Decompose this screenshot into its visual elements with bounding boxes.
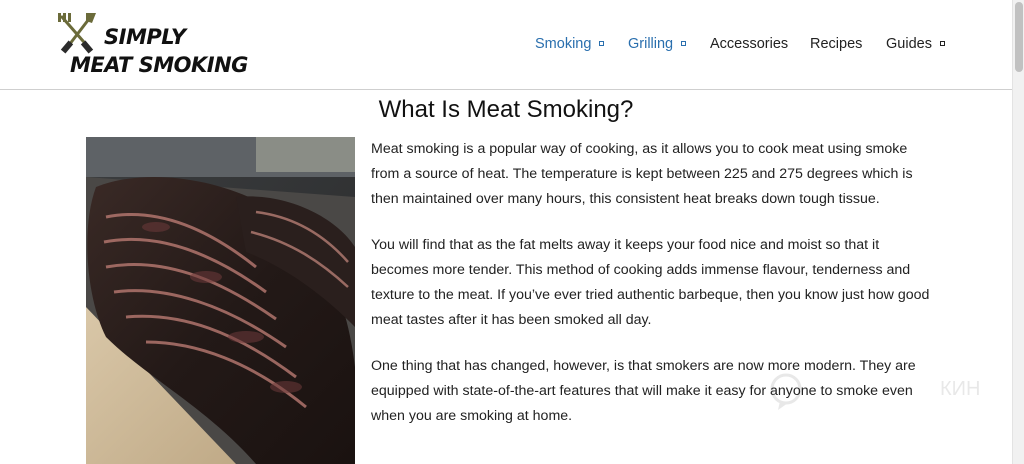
nav-item-smoking[interactable]: Smoking xyxy=(535,36,605,52)
site-header: SIMPLY MEAT SMOKING Smoking Grilling Acc… xyxy=(0,0,1012,90)
smoked-ribs-image xyxy=(86,137,355,464)
nav-item-guides[interactable]: Guides xyxy=(886,36,945,52)
dropdown-caret-icon xyxy=(681,40,687,46)
dropdown-caret-icon xyxy=(939,40,945,46)
smoked-ribs-photo xyxy=(86,137,355,464)
nav-label: Accessories xyxy=(710,36,789,52)
article-paragraph: One thing that has changed, however, is … xyxy=(371,358,916,424)
logo-text-line1: SIMPLY xyxy=(104,25,186,49)
vertical-scrollbar[interactable] xyxy=(1012,0,1024,464)
nav-label: Grilling xyxy=(628,36,674,52)
article-paragraph: Meat smoking is a popular way of cooking… xyxy=(371,141,913,207)
site-logo[interactable]: SIMPLY MEAT SMOKING xyxy=(56,11,248,79)
nav-label: Guides xyxy=(886,36,932,52)
nav-item-accessories[interactable]: Accessories xyxy=(710,36,788,52)
nav-label: Smoking xyxy=(535,36,592,52)
article-paragraph: You will find that as the fat melts away… xyxy=(371,237,930,328)
logo-text-line2: MEAT SMOKING xyxy=(70,53,248,77)
nav-label: Recipes xyxy=(810,36,863,52)
crossed-fork-and-knife-icon xyxy=(58,13,96,54)
nav-item-recipes[interactable]: Recipes xyxy=(810,36,862,52)
scrollbar-thumb[interactable] xyxy=(1015,2,1023,72)
watermark-text: КИН xyxy=(940,378,980,400)
nav-item-grilling[interactable]: Grilling xyxy=(628,36,687,52)
dropdown-caret-icon xyxy=(599,40,605,46)
article-body: Meat smoking is a popular way of cooking… xyxy=(371,137,931,450)
page-title: What Is Meat Smoking? xyxy=(378,96,634,123)
